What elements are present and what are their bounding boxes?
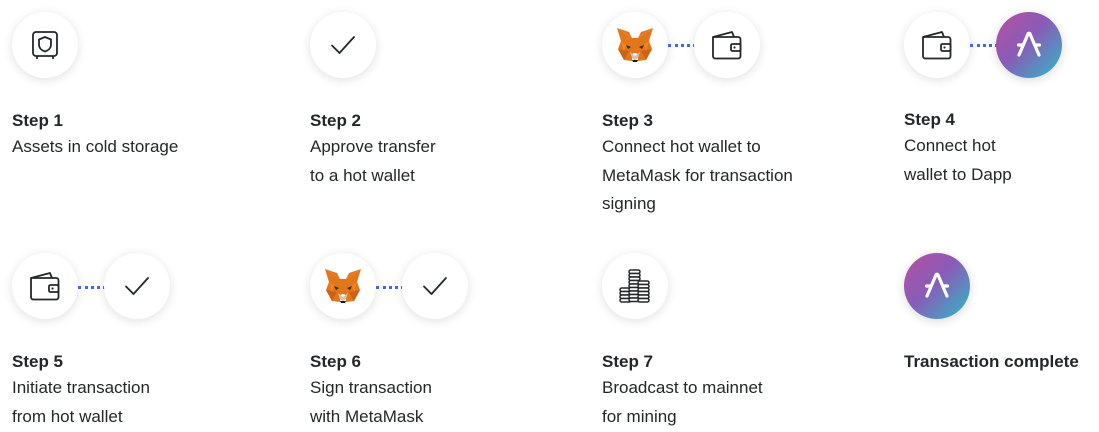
aave-logo-icon (904, 253, 970, 319)
vault-icon (12, 12, 78, 78)
step-3-desc-line-2: MetaMask for transaction (602, 166, 793, 185)
wallet-icon (694, 12, 760, 78)
step-6-desc-line-2: with MetaMask (310, 407, 424, 426)
step-4-title: Step 4 (904, 110, 956, 129)
step-2-desc-line-2: to a hot wallet (310, 166, 415, 185)
connector-dots (376, 286, 404, 289)
wallet-icon (12, 253, 78, 319)
step-1-desc-line-1: Assets in cold storage (12, 137, 179, 156)
step-3-desc-line-3: signing (602, 194, 656, 213)
step-5-title: Step 5 (12, 352, 64, 371)
step-7-title: Step 7 (602, 352, 654, 371)
connector-dots (970, 44, 998, 47)
step-6-title: Step 6 (310, 352, 362, 371)
step-4-desc-line-1: Connect hot (904, 136, 996, 155)
transaction-complete-title: Transaction complete (904, 352, 1079, 371)
metamask-fox-icon (602, 12, 668, 78)
checkmark-icon (104, 253, 170, 319)
step-6-desc-line-1: Sign transaction (310, 378, 432, 397)
checkmark-icon (310, 12, 376, 78)
step-7-desc-line-1: Broadcast to mainnet (602, 378, 763, 397)
step-2-title: Step 2 (310, 111, 362, 130)
step-3-desc-line-1: Connect hot wallet to (602, 137, 761, 156)
metamask-fox-icon (310, 253, 376, 319)
step-7-desc-line-2: for mining (602, 407, 677, 426)
checkmark-icon (402, 253, 468, 319)
connector-dots (78, 286, 106, 289)
step-1-title: Step 1 (12, 111, 64, 130)
step-5-desc-line-1: Initiate transaction (12, 378, 150, 397)
step-3-title: Step 3 (602, 111, 654, 130)
step-2-desc-line-1: Approve transfer (310, 137, 436, 156)
wallet-icon (904, 12, 970, 78)
connector-dots (668, 44, 696, 47)
step-4-desc-line-2: wallet to Dapp (904, 165, 1012, 184)
coin-stacks-icon (602, 253, 668, 319)
step-5-desc-line-2: from hot wallet (12, 407, 123, 426)
aave-logo-icon (996, 12, 1062, 78)
